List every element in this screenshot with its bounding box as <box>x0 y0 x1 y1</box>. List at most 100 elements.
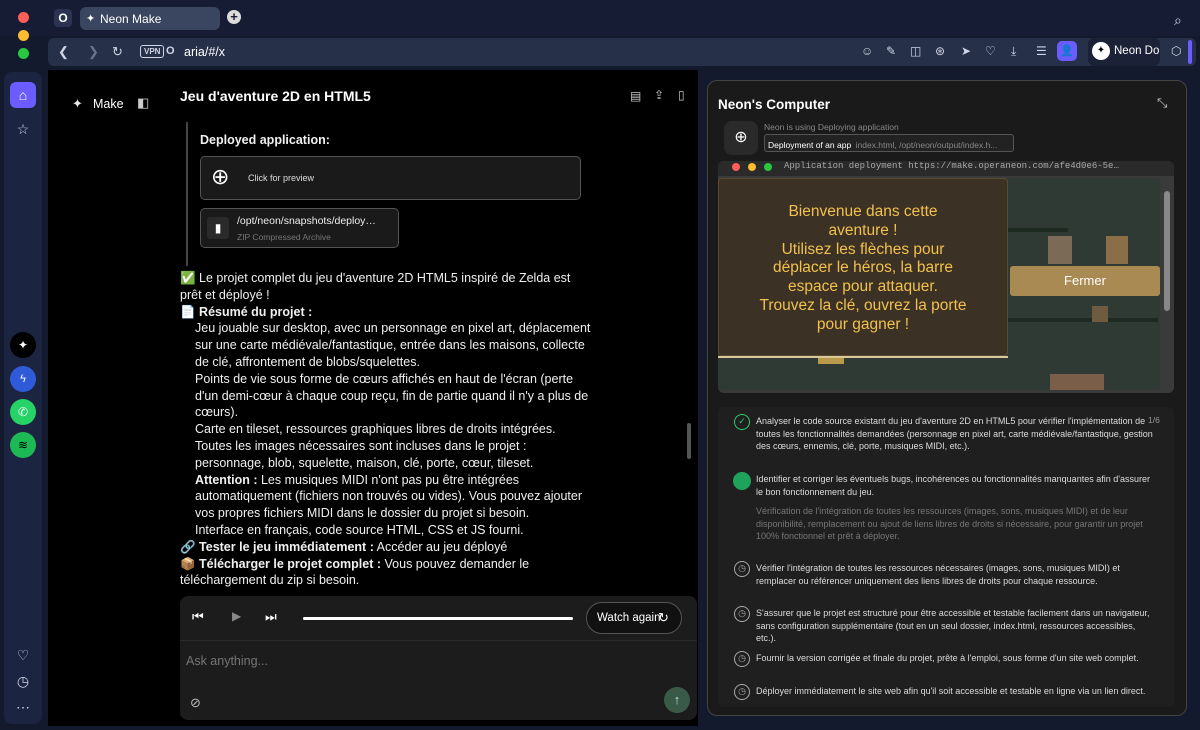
comment-icon[interactable]: ▤ <box>630 89 641 103</box>
zip-file-card[interactable]: ▮ /opt/neon/snapshots/deploy… ZIP Compre… <box>200 208 399 248</box>
action-chip[interactable]: Deployment of an app index.html, /opt/ne… <box>764 134 1014 152</box>
message-line: cœurs). <box>195 405 239 420</box>
new-tab-button[interactable]: + <box>227 10 241 24</box>
page-title: Jeu d'aventure 2D en HTML5 <box>180 88 371 104</box>
file-icon: ▮ <box>207 217 229 239</box>
send-button[interactable]: ↑ <box>664 687 690 713</box>
dialog-line: Bienvenue dans cette <box>788 203 938 220</box>
message-line: Les musiques MIDI n'ont pas pu être inté… <box>257 472 520 487</box>
ask-input[interactable] <box>186 651 666 671</box>
reload-icon[interactable]: ↻ <box>112 44 123 60</box>
dialog-divider <box>718 356 1008 358</box>
tab-neon-make[interactable]: ✦ Neon Make <box>80 7 220 30</box>
composer: ⊘ ↑ <box>180 640 697 720</box>
test-link[interactable]: Accéder au jeu déployé <box>374 540 508 554</box>
cube-icon[interactable]: ⬡ <box>1171 44 1181 58</box>
message-line: prêt et déployé ! <box>180 287 270 302</box>
url-field[interactable]: aria/#/x <box>184 45 225 59</box>
computer-panel: Neon's Computer ⤡ ⊕ Neon is using Deploy… <box>707 80 1187 716</box>
forward-icon[interactable]: ❯ <box>88 44 99 60</box>
browser-globe-icon: ⊕ <box>724 121 758 155</box>
star-icon[interactable]: ☆ <box>10 116 36 142</box>
preview-card[interactable]: ⊕ Click for preview <box>200 156 581 200</box>
pending-clock-icon: ◷ <box>734 651 750 667</box>
whatsapp-icon[interactable]: ✆ <box>10 399 36 425</box>
vpn-badge[interactable]: VPN <box>140 45 165 58</box>
sidebar: ⌂ ☆ ✦ ϟ ✆ ≋ ♡ ◷ ⋯ <box>4 72 42 724</box>
menu-icon[interactable]: ☰ <box>1036 44 1047 58</box>
deployed-heading: Deployed application: <box>200 133 330 147</box>
close-window-button[interactable] <box>18 12 29 23</box>
dialog-line: pour gagner ! <box>816 315 910 333</box>
game-sprite <box>1048 236 1072 264</box>
emoji-icon[interactable]: ☺ <box>861 44 873 58</box>
progress-track[interactable] <box>303 617 573 620</box>
skip-back-icon[interactable]: ⏮ <box>192 609 204 625</box>
translate-icon[interactable]: ⊛ <box>935 44 945 58</box>
task-item: Identifier et corriger les éventuels bug… <box>756 474 1150 497</box>
brand-label[interactable]: Make <box>93 97 124 111</box>
send-icon[interactable]: ➤ <box>961 44 971 58</box>
dialog-line: Utilisez les flèches pour <box>781 240 945 258</box>
task-item: Vérifier l'intégration de toutes les res… <box>756 563 1120 586</box>
opera-url-icon: O <box>166 45 175 57</box>
share-icon[interactable]: ⇪ <box>654 88 664 102</box>
message-line: de clé, affrontement de blobs/squelettes… <box>195 354 420 369</box>
favorites-heart-icon[interactable]: ♡ <box>10 642 36 668</box>
home-icon[interactable]: ⌂ <box>10 82 36 108</box>
play-icon[interactable]: ▶ <box>232 609 241 623</box>
task-item: Déployer immédiatement le site web afin … <box>756 686 1146 696</box>
message-line: Interface en français, code source HTML,… <box>195 522 524 537</box>
camera-icon[interactable]: ◫ <box>910 44 921 58</box>
quote-bar <box>186 122 188 266</box>
profile-icon[interactable]: 👤 <box>1057 41 1077 61</box>
neon-app-icon[interactable]: ✦ <box>10 332 36 358</box>
skip-forward-icon[interactable]: ⏭ <box>265 609 277 625</box>
watch-again-button[interactable]: Watch again ↻ <box>586 602 682 634</box>
replay-icon: ↻ <box>658 610 669 625</box>
attach-icon[interactable]: ⊘ <box>190 695 201 711</box>
history-clock-icon[interactable]: ◷ <box>10 668 36 694</box>
screen-preview: Application deployment https://make.oper… <box>718 161 1174 393</box>
neon-do-button[interactable]: ✦ Neon Do <box>1088 38 1160 66</box>
welcome-dialog: Bienvenue dans cette aventure ! Utilisez… <box>718 178 1008 356</box>
message-line: Points de vie sous forme de cœurs affich… <box>195 371 574 386</box>
game-sprite <box>1106 236 1128 264</box>
neon-do-label: Neon Do <box>1114 45 1160 57</box>
search-icon[interactable]: ⌕ <box>1174 12 1182 29</box>
terminal-min-dot <box>748 163 756 171</box>
edit-icon[interactable]: ✎ <box>886 44 896 58</box>
progress-fill <box>303 617 573 620</box>
opera-icon[interactable]: O <box>54 9 72 27</box>
spotify-icon[interactable]: ≋ <box>10 432 36 458</box>
summary-heading: 📄 Résumé du projet : <box>180 304 313 319</box>
game-sprite <box>1092 306 1108 322</box>
messenger-icon[interactable]: ϟ <box>10 366 36 392</box>
panel-title: Neon's Computer <box>718 97 830 112</box>
sidebar-toggle-icon[interactable]: ◧ <box>137 95 149 111</box>
more-icon[interactable]: ⋯ <box>10 694 36 720</box>
message-line: ✅ Le projet complet du jeu d'aventure 2D… <box>180 271 571 285</box>
dialog-line: Trouvez la clé, ouvrez la porte <box>759 296 967 314</box>
heart-icon[interactable]: ♡ <box>985 44 996 58</box>
make-logo-icon: ✦ <box>72 96 83 111</box>
message-line: Jeu jouable sur desktop, avec un personn… <box>195 321 591 336</box>
download-icon[interactable]: ⤓ <box>1011 44 1016 59</box>
terminal-close-dot <box>732 163 740 171</box>
watch-again-label: Watch again <box>597 612 661 624</box>
collapse-icon[interactable]: ⤡ <box>1157 95 1167 111</box>
minimize-window-button[interactable] <box>18 30 29 41</box>
dialog-line: aventure ! <box>828 221 898 239</box>
message-line: téléchargement du zip si besoin. <box>180 573 360 588</box>
task-list: 1/6 ✓ Analyser le code source existant d… <box>718 407 1174 707</box>
terminal-max-dot <box>764 163 772 171</box>
close-dialog-button[interactable]: Fermer <box>1010 266 1160 296</box>
back-icon[interactable]: ❮ <box>58 44 69 60</box>
zoom-window-button[interactable] <box>18 48 29 59</box>
globe-icon: ⊕ <box>211 164 230 189</box>
document-icon[interactable]: ▯ <box>678 88 685 102</box>
panel-indicator <box>1188 40 1192 64</box>
chat-scrollbar[interactable] <box>687 423 691 459</box>
preview-scrollbar[interactable] <box>1164 191 1170 311</box>
message-line: d'un demi-cœur à chaque coup reçu, fin d… <box>195 388 589 403</box>
